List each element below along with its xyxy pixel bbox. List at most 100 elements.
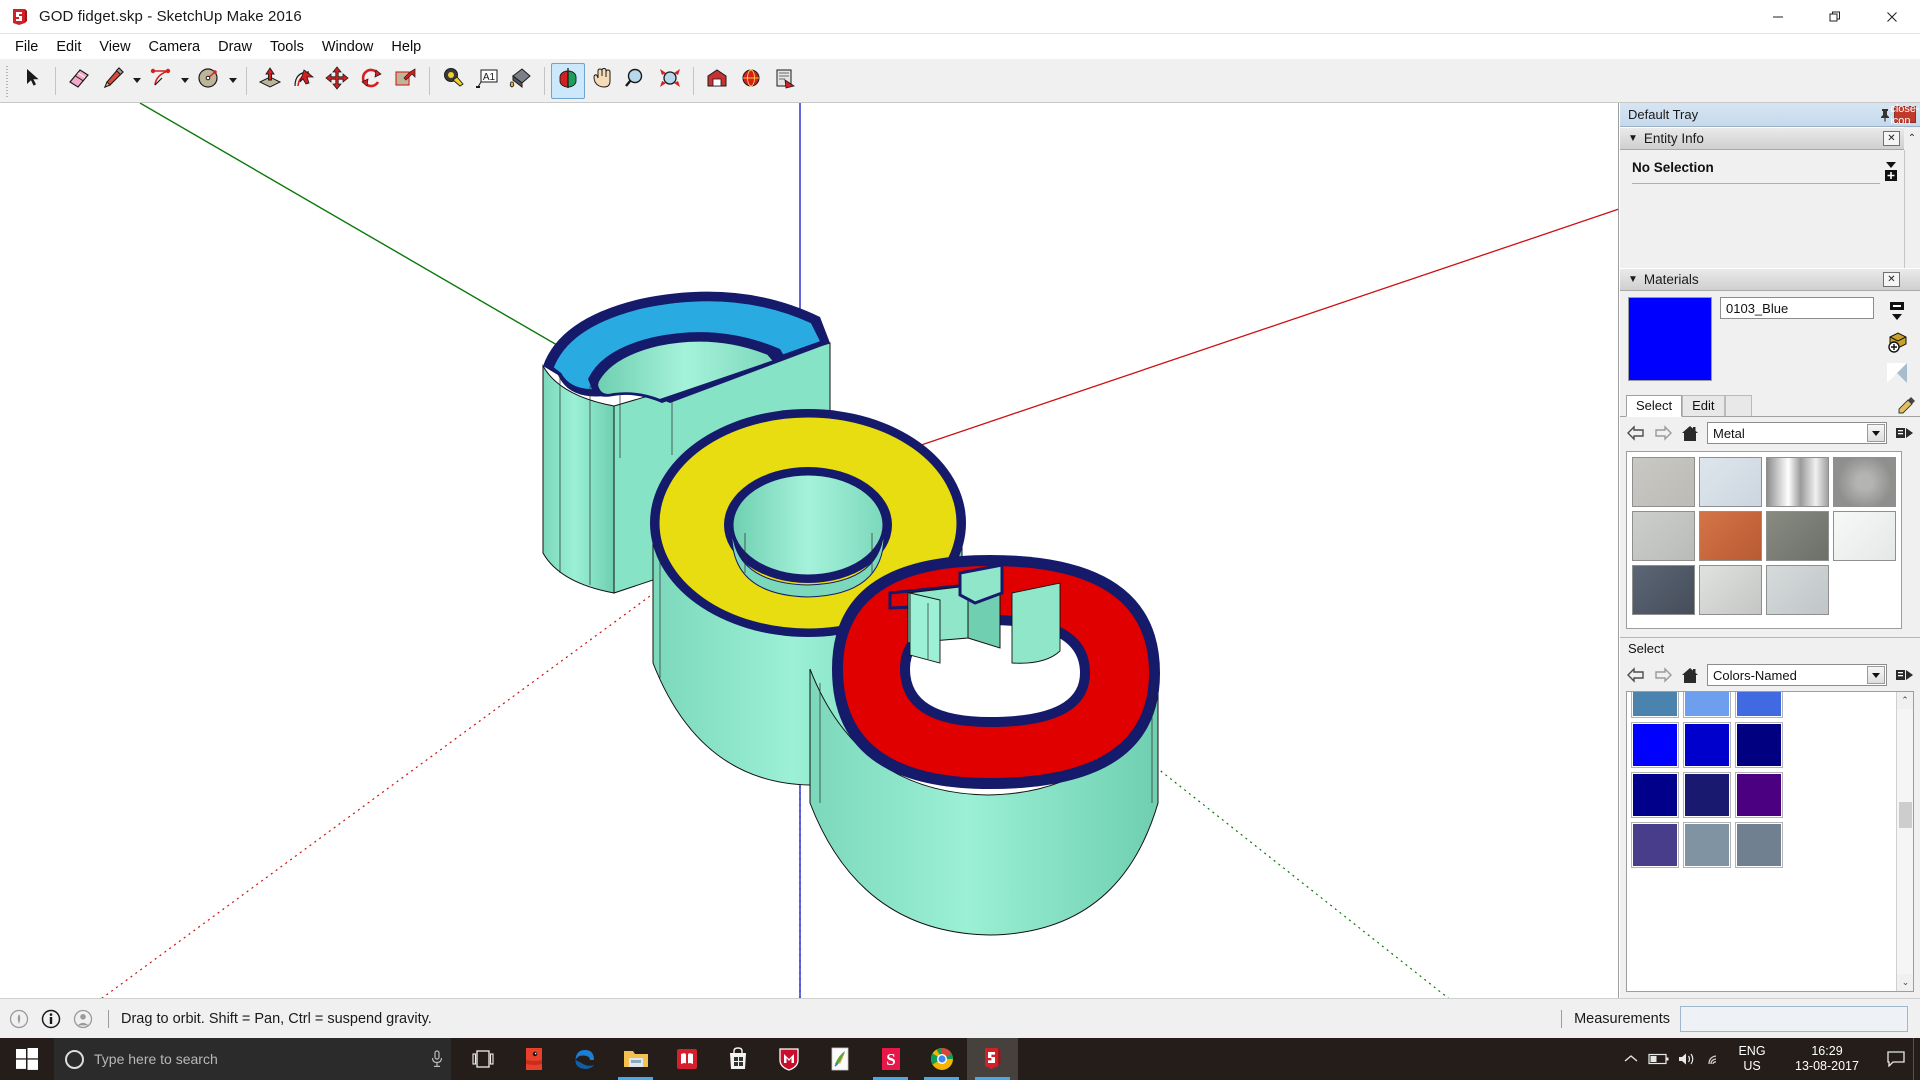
material-swatch[interactable] <box>1833 457 1896 507</box>
toolbar-grip[interactable] <box>3 64 12 97</box>
menu-camera[interactable]: Camera <box>140 36 210 58</box>
home-icon[interactable] <box>1680 665 1700 685</box>
paint-bucket-tool-button[interactable] <box>504 63 538 99</box>
material-swatch[interactable] <box>1766 457 1829 507</box>
tape-measure-tool-button[interactable] <box>436 63 470 99</box>
color-swatch[interactable] <box>1735 822 1783 868</box>
battery-icon[interactable] <box>1645 1038 1673 1080</box>
material-name-input[interactable]: 0103_Blue <box>1720 297 1874 319</box>
close-button[interactable] <box>1863 0 1920 34</box>
color-swatch[interactable] <box>1631 822 1679 868</box>
material-swatch[interactable] <box>1632 511 1695 561</box>
select-tool-button[interactable] <box>15 63 49 99</box>
color-library-select[interactable]: Colors-Named <box>1707 664 1887 686</box>
warehouse-tool-button[interactable] <box>700 63 734 99</box>
scale-tool-button[interactable] <box>389 63 423 99</box>
details-arrow-icon[interactable] <box>1894 423 1914 443</box>
taskbar-app-chrome[interactable] <box>916 1038 967 1080</box>
material-swatch[interactable] <box>1699 457 1762 507</box>
account-icon[interactable] <box>70 1006 96 1032</box>
material-swatch[interactable] <box>1632 457 1695 507</box>
tray-close-button[interactable]: close-icon <box>1890 103 1919 127</box>
menu-file[interactable]: File <box>6 36 47 58</box>
taskbar-app-notes[interactable] <box>814 1038 865 1080</box>
menu-edit[interactable]: Edit <box>47 36 90 58</box>
3d-viewport[interactable] <box>0 103 1619 998</box>
menu-window[interactable]: Window <box>313 36 383 58</box>
menu-tools[interactable]: Tools <box>261 36 313 58</box>
color-swatch[interactable] <box>1631 722 1679 768</box>
scroll-down-button[interactable]: ⌄ <box>1897 974 1913 991</box>
taskbar-app-sketchup[interactable] <box>967 1038 1018 1080</box>
layout-tool-button[interactable] <box>768 63 802 99</box>
info-icon[interactable] <box>38 1006 64 1032</box>
material-swatch[interactable] <box>1766 565 1829 615</box>
taskbar-app-mcafee[interactable] <box>763 1038 814 1080</box>
tab-select[interactable]: Select <box>1626 395 1683 417</box>
material-swatch[interactable] <box>1699 511 1762 561</box>
tray-scroll-strip[interactable] <box>1904 150 1920 268</box>
scrollbar-thumb[interactable] <box>1899 802 1912 828</box>
line-tool-button[interactable] <box>96 63 130 99</box>
taskbar-app-edge[interactable] <box>559 1038 610 1080</box>
pan-tool-button[interactable] <box>585 63 619 99</box>
color-swatch[interactable] <box>1631 772 1679 818</box>
zoom-extents-tool-button[interactable] <box>653 63 687 99</box>
wifi-icon[interactable] <box>1701 1038 1729 1080</box>
taskbar-app-explorer[interactable] <box>610 1038 661 1080</box>
reset-color-icon[interactable] <box>1885 361 1909 385</box>
minimize-button[interactable] <box>1749 0 1806 34</box>
material-swatch[interactable] <box>1699 565 1762 615</box>
menu-view[interactable]: View <box>90 36 139 58</box>
pushpull-tool-button[interactable] <box>253 63 287 99</box>
arc-tool-button[interactable] <box>144 63 178 99</box>
microphone-icon[interactable] <box>423 1050 451 1068</box>
arrow-left-icon[interactable] <box>1626 423 1646 443</box>
eraser-tool-button[interactable] <box>62 63 96 99</box>
color-swatch[interactable] <box>1683 772 1731 818</box>
color-swatch[interactable] <box>1735 692 1783 718</box>
text-tool-button[interactable]: A1 <box>470 63 504 99</box>
geo-location-icon[interactable] <box>6 1006 32 1032</box>
taskbar-app-store[interactable] <box>712 1038 763 1080</box>
rotate-tool-button[interactable] <box>355 63 389 99</box>
tab-edit[interactable]: Edit <box>1682 395 1725 416</box>
windows-start-icon[interactable] <box>0 1038 54 1080</box>
taskbar-app-s[interactable]: S <box>865 1038 916 1080</box>
color-swatch[interactable] <box>1683 822 1731 868</box>
expand-details-icon[interactable] <box>1882 160 1900 182</box>
speaker-icon[interactable] <box>1673 1038 1701 1080</box>
chevron-up-icon[interactable]: ⌃ <box>1904 127 1920 150</box>
followme-tool-button[interactable] <box>287 63 321 99</box>
shapes-tool-button[interactable] <box>192 63 226 99</box>
tab-extra[interactable] <box>1724 395 1752 416</box>
scroll-up-button[interactable]: ⌃ <box>1897 692 1913 709</box>
move-tool-button[interactable] <box>321 63 355 99</box>
chevron-up-icon[interactable] <box>1617 1038 1645 1080</box>
color-swatch[interactable] <box>1735 772 1783 818</box>
eyedropper-icon[interactable] <box>1894 394 1920 416</box>
material-swatch[interactable] <box>1632 565 1695 615</box>
color-swatch[interactable] <box>1631 692 1679 718</box>
show-desktop-button[interactable] <box>1913 1038 1920 1080</box>
3d-warehouse-tool-button[interactable] <box>734 63 768 99</box>
entity-info-close-button[interactable]: ✕ <box>1883 131 1900 146</box>
entity-info-header[interactable]: ▼ Entity Info ✕ ⌃ <box>1620 127 1920 150</box>
materials-header[interactable]: ▼ Materials ✕ <box>1620 268 1920 291</box>
task-view-button[interactable] <box>457 1038 508 1080</box>
orbit-tool-button[interactable] <box>551 62 585 99</box>
material-library-select[interactable]: Metal <box>1707 422 1887 444</box>
arrow-left-icon[interactable] <box>1626 665 1646 685</box>
home-icon[interactable] <box>1680 423 1700 443</box>
clock[interactable]: 16:29 13-08-2017 <box>1775 1044 1879 1074</box>
arrow-right-icon[interactable] <box>1653 665 1673 685</box>
arrow-right-icon[interactable] <box>1653 423 1673 443</box>
shapes-tool-dropdown[interactable] <box>226 63 240 99</box>
zoom-tool-button[interactable] <box>619 63 653 99</box>
measurements-input[interactable] <box>1680 1005 1908 1032</box>
material-swatch[interactable] <box>1766 511 1829 561</box>
details-arrow-icon[interactable] <box>1894 665 1914 685</box>
menu-draw[interactable]: Draw <box>209 36 261 58</box>
current-material-swatch[interactable] <box>1628 297 1712 381</box>
color-swatch[interactable] <box>1683 722 1731 768</box>
